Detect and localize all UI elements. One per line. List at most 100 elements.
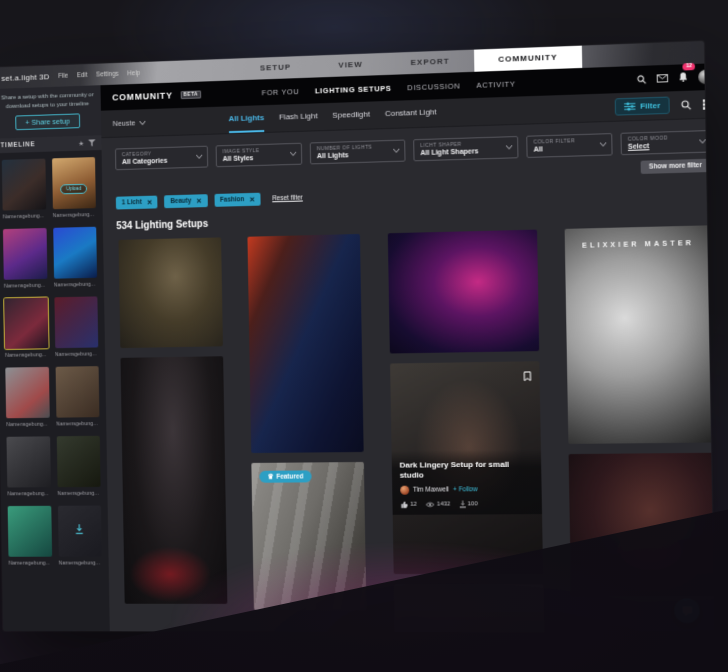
setup-card[interactable] [120,356,227,604]
funnel-icon[interactable] [88,140,96,147]
thumb-image[interactable] [2,159,46,211]
notifications-button[interactable]: 12 [678,68,688,87]
tab-for-you[interactable]: FOR YOU [262,87,300,97]
timeline-thumb[interactable]: Namensgebung... [53,227,97,289]
search-icon[interactable] [681,99,692,110]
setup-card-lingerie[interactable]: Dark Lingery Setup for small studio Tim … [390,361,543,574]
community-title: COMMUNITY [112,91,173,103]
share-panel-text: Share a setup with the community or down… [0,91,95,111]
close-icon[interactable]: ✕ [147,198,152,206]
menu-file[interactable]: File [58,72,68,79]
chevron-down-icon [139,121,145,125]
view-controls: Filter [615,95,713,116]
thumb-image[interactable] [3,228,47,280]
tab-all-lights[interactable]: All Lights [228,105,264,133]
notification-count-badge: 12 [683,63,695,71]
reset-filter-link[interactable]: Reset filter [272,195,303,203]
card-overlay: Dark Lingery Setup for small studio Tim … [391,449,541,515]
timeline-thumb[interactable]: Upload Namensgebung... [52,157,96,219]
chevron-down-icon [290,152,296,156]
setup-card-featured[interactable]: ♛ Featured [252,462,367,610]
bell-icon [678,71,688,82]
avatar[interactable] [698,69,713,84]
crown-icon: ♛ [268,473,274,481]
star-icon[interactable]: ★ [78,140,84,148]
app-title: set.a.light 3D [1,72,49,83]
setup-title: Dark Lingery Setup for small studio [399,460,533,481]
downloads-stat: 100 [459,501,477,509]
timeline-thumb[interactable]: Namensgebung... [3,228,47,290]
grid-column: ELIXXIER MASTER [565,225,715,633]
timeline-thumb[interactable]: Namensgebung... [57,506,102,567]
filter-button[interactable]: Filter [615,97,670,116]
scene: set.a.light 3D File Edit Settings Help S… [0,0,728,672]
grid-column [118,237,227,631]
tab-export[interactable]: EXPORT [386,50,474,75]
tab-speedlight[interactable]: Speedlight [332,102,370,130]
author-avatar[interactable] [400,486,409,495]
filter-select-number-of-lights[interactable]: NUMBER OF LIGHTS All Lights [310,140,406,165]
share-setup-button[interactable]: + Share setup [15,114,81,131]
timeline-thumb[interactable]: Namensgebung... [56,436,101,497]
author-name[interactable]: Tim Maxwell [413,487,449,494]
thumb-image[interactable] [4,298,48,350]
thumb-image[interactable] [57,506,101,557]
setup-card[interactable] [387,230,538,354]
timeline-thumb[interactable]: Namensgebung... [5,367,49,428]
community-tabs: FOR YOU LIGHTING SETUPS DISCUSSION ACTIV… [262,79,516,97]
tab-activity[interactable]: ACTIVITY [476,79,515,89]
thumb-image[interactable] [56,436,100,487]
follow-link[interactable]: + Follow [453,486,478,493]
menu-settings[interactable]: Settings [96,70,119,78]
timeline-thumb[interactable]: Namensgebung... [6,437,50,498]
thumb-image[interactable] [53,227,97,279]
tab-constant-light[interactable]: Constant Light [385,99,437,128]
search-icon[interactable] [637,74,646,83]
chat-fab-button[interactable] [674,598,699,623]
thumbs-up-icon [400,501,408,509]
filter-select-light-shaper[interactable]: LICHT SHAPER All Light Shapers [413,136,518,161]
upload-badge: Upload [60,183,87,194]
setup-card[interactable] [394,584,544,633]
eye-icon [426,502,435,508]
mail-icon[interactable] [657,74,669,83]
close-icon[interactable]: ✕ [249,195,254,203]
chevron-down-icon [196,155,202,159]
sort-dropdown[interactable]: Neuste [113,118,146,128]
grid-view-icon[interactable] [703,99,714,110]
setup-card-master[interactable]: ELIXXIER MASTER [565,225,715,444]
download-icon [459,501,465,509]
timeline-thumb[interactable]: Namensgebung... [55,366,99,427]
close-icon[interactable]: ✕ [196,197,201,205]
filter-select-color-mood[interactable]: COLOR MOOD Select [620,130,712,155]
timeline-thumb[interactable]: Namensgebung... [2,159,46,221]
setup-card[interactable] [569,453,715,597]
thumb-image[interactable]: Upload [52,157,96,209]
thumb-image[interactable] [8,506,52,557]
thumb-image[interactable] [5,367,49,418]
filter-select-category[interactable]: CATEGORY All Categories [115,146,208,171]
filter-select-color-filter[interactable]: COLOR FILTER All [526,133,612,158]
tab-lighting-setups[interactable]: LIGHTING SETUPS [315,83,392,95]
filter-select-image-style[interactable]: IMAGE STYLE All Styles [216,143,303,167]
tab-setup[interactable]: SETUP [236,56,315,81]
menu-help[interactable]: Help [127,69,140,76]
tab-discussion[interactable]: DISCUSSION [407,81,460,92]
tab-view[interactable]: VIEW [314,53,386,78]
timeline-thumb-selected[interactable]: Namensgebung... [4,298,48,359]
setup-card[interactable] [118,237,222,348]
filter-chip[interactable]: Beauty ✕ [164,194,207,208]
filter-chip[interactable]: Fashion ✕ [214,193,261,207]
thumb-image[interactable] [54,297,98,349]
timeline-thumb[interactable]: Namensgebung... [54,297,98,359]
share-panel: Share a setup with the community or down… [0,85,101,139]
thumb-image[interactable] [6,437,50,488]
menu-edit[interactable]: Edit [77,71,88,78]
download-icon[interactable] [75,523,84,541]
filter-chip[interactable]: 1 Licht ✕ [116,196,158,210]
thumb-image[interactable] [55,366,99,418]
tab-flash-light[interactable]: Flash Light [279,103,318,131]
timeline-thumb[interactable]: Namensgebung... [8,506,52,567]
setup-card[interactable] [248,234,364,453]
bookmark-icon[interactable] [523,368,531,386]
